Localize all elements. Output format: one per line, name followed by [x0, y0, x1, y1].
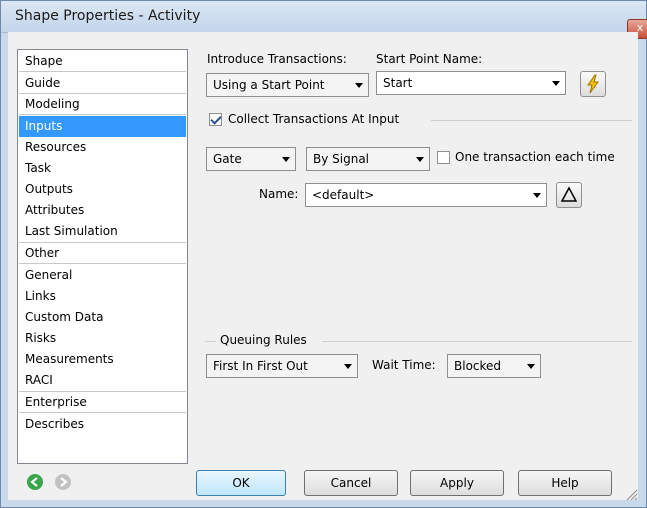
back-arrow-glyph	[30, 477, 38, 487]
nav-item-risks[interactable]: Risks	[19, 328, 186, 349]
signal-value: By Signal	[313, 152, 370, 166]
group-divider	[205, 341, 216, 342]
ok-button[interactable]: OK	[196, 470, 286, 496]
name-label: Name:	[259, 187, 299, 201]
collect-transactions-checkbox[interactable]	[209, 113, 222, 126]
nav-header-other[interactable]: Other	[19, 243, 186, 264]
nav-item-outputs[interactable]: Outputs	[19, 179, 186, 200]
nav-item-guide[interactable]: Guide	[19, 73, 186, 94]
group-divider	[322, 341, 632, 342]
queuing-rules-label: Queuing Rules	[220, 333, 307, 347]
wait-time-dropdown[interactable]: Blocked	[447, 354, 541, 378]
nav-item-describes[interactable]: Describes	[19, 414, 186, 435]
collect-transactions-label: Collect Transactions At Input	[228, 112, 400, 126]
forward-arrow-icon[interactable]	[55, 474, 71, 490]
lightning-icon	[587, 74, 599, 94]
nav-item-measurements[interactable]: Measurements	[19, 349, 186, 370]
start-point-name-dropdown[interactable]: Start	[376, 71, 566, 95]
introduce-transactions-value: Using a Start Point	[213, 78, 325, 92]
nav-item-raci[interactable]: RACI	[19, 370, 186, 391]
triangle-button[interactable]	[556, 182, 582, 208]
cancel-button[interactable]: Cancel	[304, 470, 398, 496]
nav-item-links[interactable]: Links	[19, 286, 186, 307]
chevron-down-icon	[282, 157, 290, 162]
name-value: <default>	[312, 188, 375, 202]
nav-item-task[interactable]: Task	[19, 158, 186, 179]
back-arrow-icon[interactable]	[27, 474, 43, 490]
apply-button[interactable]: Apply	[410, 470, 504, 496]
nav-item-inputs[interactable]: Inputs	[19, 116, 186, 137]
one-transaction-checkbox[interactable]	[437, 151, 450, 164]
chevron-down-icon	[533, 193, 541, 198]
lightning-button[interactable]	[580, 71, 606, 97]
chevron-down-icon	[416, 157, 424, 162]
nav-item-custom-data[interactable]: Custom Data	[19, 307, 186, 328]
nav-item-attributes[interactable]: Attributes	[19, 200, 186, 221]
queuing-rule-value: First In First Out	[213, 359, 308, 373]
nav-header-modeling[interactable]: Modeling	[19, 94, 186, 115]
chevron-down-icon	[355, 83, 363, 88]
signal-dropdown[interactable]: By Signal	[306, 147, 430, 171]
category-list: Shape Guide Modeling Inputs Resources Ta…	[17, 49, 188, 464]
window-title: Shape Properties - Activity	[15, 8, 201, 24]
nav-item-resources[interactable]: Resources	[19, 137, 186, 158]
group-divider	[431, 120, 632, 121]
resize-grip-icon[interactable]	[624, 487, 638, 501]
triangle-icon	[560, 186, 578, 202]
start-point-name-label: Start Point Name:	[376, 52, 483, 66]
introduce-transactions-label: Introduce Transactions:	[207, 52, 347, 66]
start-point-name-value: Start	[383, 76, 413, 90]
nav-item-general[interactable]: General	[19, 265, 186, 286]
name-dropdown[interactable]: <default>	[305, 183, 547, 207]
queuing-rule-dropdown[interactable]: First In First Out	[206, 354, 358, 378]
chevron-down-icon	[344, 364, 352, 369]
help-button[interactable]: Help	[518, 470, 612, 496]
nav-header-enterprise[interactable]: Enterprise	[19, 392, 186, 413]
forward-arrow-glyph	[60, 477, 68, 487]
wait-time-value: Blocked	[454, 359, 502, 373]
gate-dropdown[interactable]: Gate	[206, 147, 296, 171]
chevron-down-icon	[527, 364, 535, 369]
nav-header-shape[interactable]: Shape	[19, 51, 186, 72]
nav-item-last-simulation[interactable]: Last Simulation	[19, 221, 186, 242]
wait-time-label: Wait Time:	[372, 358, 436, 372]
title-bar[interactable]: Shape Properties - Activity	[1, 1, 646, 33]
gate-value: Gate	[213, 152, 242, 166]
chevron-down-icon	[552, 81, 560, 86]
introduce-transactions-dropdown[interactable]: Using a Start Point	[206, 73, 369, 97]
one-transaction-label: One transaction each time	[455, 150, 615, 164]
